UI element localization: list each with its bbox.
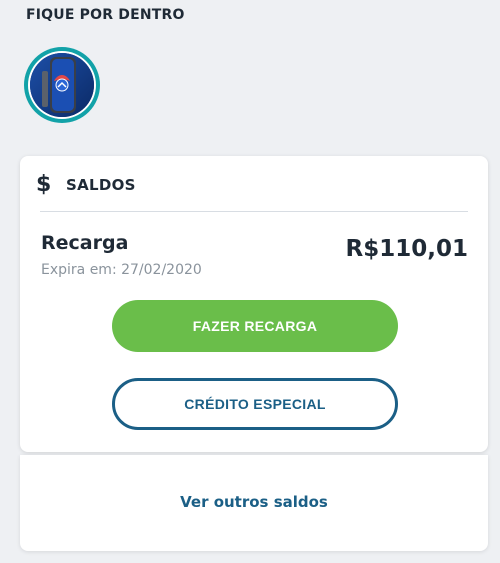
- balances-card: $ SALDOS Recarga Expira em: 27/02/2020 R…: [20, 156, 488, 452]
- card-header: $ SALDOS: [36, 174, 136, 196]
- card-title: SALDOS: [66, 176, 136, 194]
- phone-icon: [30, 53, 94, 117]
- dollar-icon: $: [36, 172, 52, 197]
- special-credit-button[interactable]: CRÉDITO ESPECIAL: [112, 378, 398, 430]
- recharge-button[interactable]: FAZER RECARGA: [112, 300, 398, 352]
- more-balances-card: Ver outros saldos: [20, 455, 488, 551]
- story-avatar[interactable]: [24, 47, 100, 123]
- see-other-balances-link[interactable]: Ver outros saldos: [20, 493, 488, 511]
- balance-amount: R$110,01: [345, 236, 468, 262]
- balance-expiry-date: Expira em: 27/02/2020: [41, 262, 202, 278]
- page: FIQUE POR DENTRO $ SALDOS Recarga Expira…: [0, 0, 500, 563]
- section-title: FIQUE POR DENTRO: [26, 7, 185, 23]
- balance-label: Recarga: [41, 232, 129, 254]
- phone-promo-image: [30, 53, 94, 117]
- divider: [40, 211, 468, 212]
